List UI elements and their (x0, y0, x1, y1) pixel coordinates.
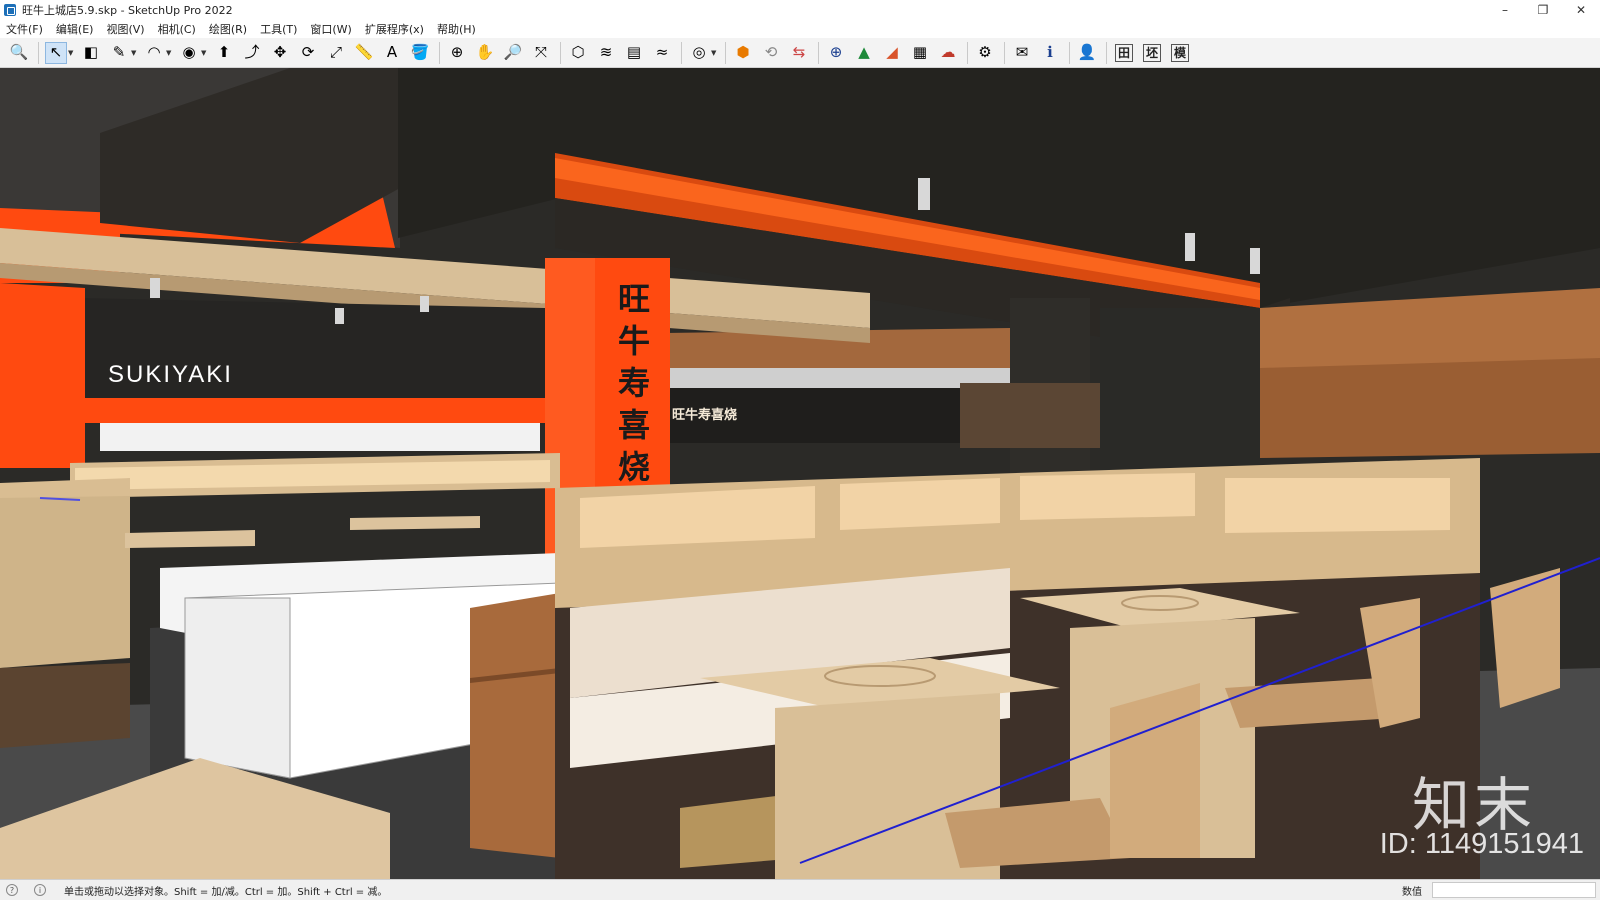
model-label: 模 (1171, 43, 1189, 62)
move-icon[interactable]: ✥ (269, 42, 291, 64)
zoom-icon[interactable]: 🔍 (8, 42, 30, 64)
toolbar-separator (1069, 41, 1070, 64)
info-icon[interactable]: ℹ (1039, 42, 1061, 64)
menu-view[interactable]: 视图(V) (106, 21, 144, 37)
push-pull-icon[interactable]: ⬆ (213, 42, 235, 64)
user-circle-icon[interactable]: ◎ (688, 42, 710, 64)
orbit-icon[interactable]: ⊕ (446, 42, 468, 64)
menu-file[interactable]: 文件(F) (6, 21, 43, 37)
toolbar-separator (967, 41, 968, 64)
menu-tools[interactable]: 工具(T) (260, 21, 297, 37)
toolbar-separator (725, 41, 726, 64)
close-button[interactable]: ✕ (1562, 0, 1600, 20)
window-title: 旺牛上城店5.9.skp - SketchUp Pro 2022 (22, 4, 233, 17)
menu-edit[interactable]: 编辑(E) (56, 21, 94, 37)
chevron-down-icon[interactable]: ▼ (68, 42, 74, 64)
text-icon[interactable]: A (381, 42, 403, 64)
cloud-upload-icon[interactable]: ☁ (937, 42, 959, 64)
toolbar-separator (439, 41, 440, 64)
measurements-label: 数值 (1402, 887, 1422, 898)
model-viewport[interactable]: SUKIYAKI 旺牛寿喜烧 旺牛寿喜烧 知末 ID: 1149151941 (0, 68, 1600, 879)
tree-icon[interactable]: ▲ (853, 42, 875, 64)
minimize-button[interactable]: – (1486, 0, 1524, 20)
stairs-icon[interactable]: ◢ (881, 42, 903, 64)
toolbar-separator (38, 41, 39, 64)
select-icon[interactable]: ↖ (45, 41, 67, 64)
toolbar-separator (1106, 41, 1107, 64)
toolbar-separator (1004, 41, 1005, 64)
window-controls: – ❐ ✕ (1486, 0, 1600, 20)
menu-draw[interactable]: 绘图(R) (209, 21, 247, 37)
paint-bucket-icon[interactable]: 🪣 (409, 42, 431, 64)
model-button[interactable]: 模 (1169, 42, 1191, 64)
main-toolbar: 🔍 ↖ ▼ ◧ ✎ ▼ ◠ ▼ ◉ ▼ ⬆ ⤴ ✥ ⟳ ⤢ 📏 A 🪣 ⊕ ✋ … (0, 38, 1600, 68)
toolbar-separator (818, 41, 819, 64)
pan-icon[interactable]: ✋ (474, 42, 496, 64)
info-icon[interactable]: i (34, 884, 46, 896)
title-bar: 旺牛上城店5.9.skp - SketchUp Pro 2022 – ❐ ✕ (0, 0, 1600, 20)
tape-measure-icon[interactable]: 📏 (353, 42, 375, 64)
sandbox-icon[interactable]: ≋ (595, 42, 617, 64)
toolbar-separator (560, 41, 561, 64)
chevron-down-icon[interactable]: ▼ (201, 42, 207, 64)
layers-icon[interactable]: ▤ (623, 42, 645, 64)
pencil-icon[interactable]: ✎ (108, 42, 130, 64)
measurements-input[interactable] (1432, 882, 1596, 898)
zoom-extents-icon[interactable]: ⤧ (530, 42, 552, 64)
toolbar-separator (681, 41, 682, 64)
status-hint: 单击或拖动以选择对象。Shift = 加/减。Ctrl = 加。Shift + … (64, 886, 388, 898)
menu-window[interactable]: 窗口(W) (310, 21, 351, 37)
restore-button[interactable]: ❐ (1524, 0, 1562, 20)
rotate-icon[interactable]: ⟳ (297, 42, 319, 64)
warehouse-icon[interactable]: ⬢ (732, 42, 754, 64)
mail-icon[interactable]: ✉ (1011, 42, 1033, 64)
sync-icon[interactable]: ⟲ (760, 42, 782, 64)
scale-icon[interactable]: ⤢ (325, 42, 347, 64)
user-icon[interactable]: 👤 (1076, 42, 1098, 64)
gear-icon[interactable]: ⚙ (974, 42, 996, 64)
restaurant-3d-scene (0, 68, 1600, 879)
add-icon[interactable]: ⊕ (825, 42, 847, 64)
export-icon[interactable]: ⇆ (788, 42, 810, 64)
checker-icon[interactable]: ▦ (909, 42, 931, 64)
shape-icon[interactable]: ◉ (178, 42, 200, 64)
rough-model-label: 坯 (1143, 43, 1161, 62)
eraser-icon[interactable]: ◧ (80, 42, 102, 64)
arc-icon[interactable]: ◠ (143, 42, 165, 64)
chevron-down-icon[interactable]: ▼ (131, 42, 137, 64)
view-field-button[interactable]: 田 (1113, 42, 1135, 64)
follow-me-icon[interactable]: ⤴ (241, 42, 263, 64)
menu-help[interactable]: 帮助(H) (437, 21, 476, 37)
rough-model-button[interactable]: 坯 (1141, 42, 1163, 64)
view-field-label: 田 (1115, 43, 1133, 62)
chevron-down-icon[interactable]: ▼ (166, 42, 172, 64)
chevron-down-icon[interactable]: ▼ (711, 42, 717, 64)
zoom-window-icon[interactable]: 🔎 (502, 42, 524, 64)
sketchup-window: 旺牛上城店5.9.skp - SketchUp Pro 2022 – ❐ ✕ 文… (0, 0, 1600, 900)
menu-camera[interactable]: 相机(C) (158, 21, 196, 37)
status-bar: ? i 单击或拖动以选择对象。Shift = 加/减。Ctrl = 加。Shif… (0, 879, 1600, 900)
terrain-icon[interactable]: ≈ (651, 42, 673, 64)
menu-bar: 文件(F) 编辑(E) 视图(V) 相机(C) 绘图(R) 工具(T) 窗口(W… (0, 20, 1600, 38)
sketchup-logo-icon (4, 4, 16, 16)
geo-location-icon[interactable]: ? (6, 884, 18, 896)
menu-extensions[interactable]: 扩展程序(x) (365, 21, 424, 37)
section-plane-icon[interactable]: ⬡ (567, 42, 589, 64)
